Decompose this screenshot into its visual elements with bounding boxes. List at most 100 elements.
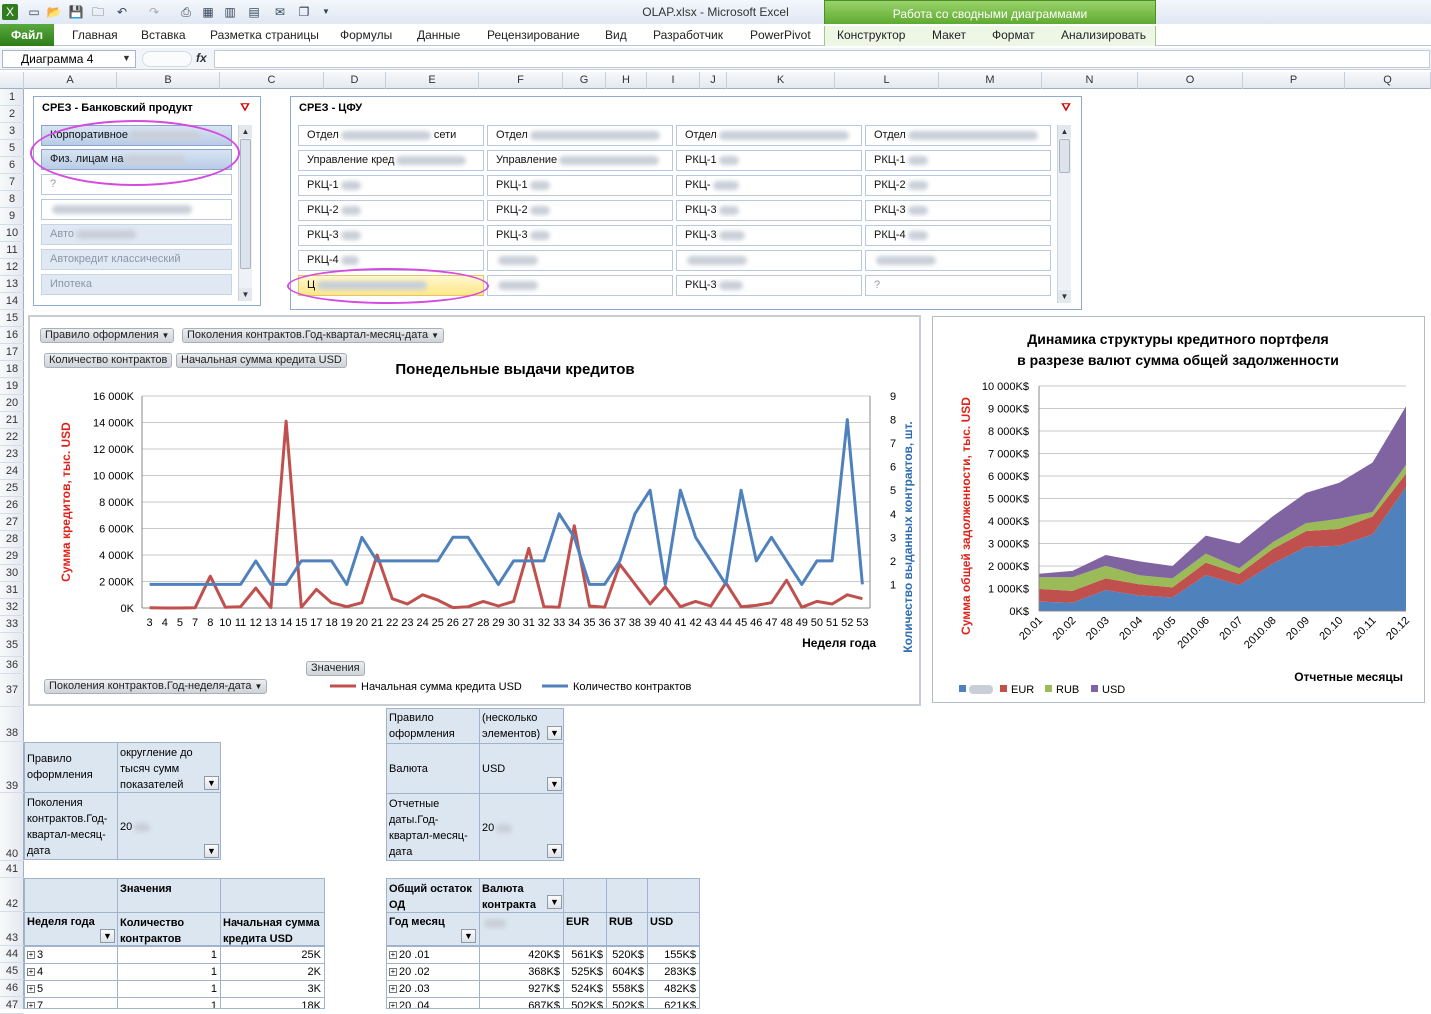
tab-design[interactable]: Конструктор [837, 24, 905, 46]
table-row[interactable]: +5 [24, 980, 118, 998]
tab-powerpivot[interactable]: PowerPivot [750, 24, 811, 46]
filter-icon[interactable]: ▼ [204, 844, 219, 858]
slicer-item[interactable]: РКЦ-1 [676, 150, 862, 171]
row-header[interactable]: 12 [0, 259, 24, 276]
slicer-item[interactable] [487, 275, 673, 296]
row-header[interactable]: 37 [0, 674, 24, 707]
chart-icon[interactable]: ▥ [222, 4, 238, 20]
row-header[interactable]: 6 [0, 157, 24, 174]
row-header[interactable]: 26 [0, 497, 24, 514]
slicer-item[interactable]: Управление [487, 150, 673, 171]
row-header[interactable]: 40 [0, 793, 24, 861]
row-header[interactable]: 1 [0, 89, 24, 106]
slicer-item[interactable]: Управление кред [298, 150, 484, 171]
slicer-item[interactable]: РКЦ-2 [298, 200, 484, 221]
slicer-item[interactable]: Ипотека [41, 274, 232, 295]
column-header[interactable]: B [117, 72, 220, 89]
column-header[interactable]: E [386, 72, 479, 89]
tab-data[interactable]: Данные [417, 24, 460, 46]
row-header[interactable]: 14 [0, 293, 24, 310]
clear-filter-icon[interactable]: ⛛ [238, 101, 252, 115]
tab-view[interactable]: Вид [605, 24, 627, 46]
column-header[interactable]: N [1042, 72, 1138, 89]
folder-icon[interactable]: 🗀 [90, 4, 106, 20]
table-row[interactable]: +4 [24, 963, 118, 981]
row-header[interactable]: 7 [0, 174, 24, 191]
email-icon[interactable]: ✉ [272, 4, 288, 20]
row-header[interactable]: 10 [0, 225, 24, 242]
row-header[interactable]: 28 [0, 531, 24, 548]
tab-insert[interactable]: Вставка [141, 24, 186, 46]
slicer-item[interactable]: РКЦ-3 [865, 200, 1051, 221]
tab-review[interactable]: Рецензирование [487, 24, 580, 46]
row-header[interactable]: 18 [0, 361, 24, 378]
customize-toolbar-icon[interactable]: ▼ [318, 4, 334, 20]
redo-icon[interactable]: ↷ [146, 4, 162, 20]
row-header[interactable]: 11 [0, 242, 24, 259]
row-header[interactable]: 45 [0, 963, 24, 980]
excel-app-icon[interactable]: X [2, 4, 18, 20]
slicer-item[interactable]: РКЦ-3 [676, 225, 862, 246]
row-header[interactable]: 32 [0, 599, 24, 616]
tab-format[interactable]: Формат [992, 24, 1035, 46]
table-row[interactable]: +3 [24, 946, 118, 964]
row-header[interactable]: 43 [0, 912, 24, 946]
scroll-up-icon[interactable]: ▲ [239, 125, 252, 138]
row-header[interactable]: 21 [0, 412, 24, 429]
table-row[interactable]: +20 .02 [386, 963, 480, 981]
row-header[interactable]: 30 [0, 565, 24, 582]
row-header[interactable]: 22 [0, 429, 24, 446]
row-header[interactable]: 24 [0, 463, 24, 480]
slicer-item[interactable]: РКЦ-2 [865, 175, 1051, 196]
scroll-down-icon[interactable]: ▼ [239, 288, 252, 301]
slicer-item[interactable] [487, 250, 673, 271]
chart-portfolio-structure[interactable]: Динамика структуры кредитного портфеля в … [932, 316, 1425, 703]
row-header[interactable]: 31 [0, 582, 24, 599]
print-icon[interactable]: ⎙ [178, 4, 194, 20]
slicer-item[interactable]: РКЦ-4 [865, 225, 1051, 246]
slicer-item[interactable]: РКЦ-3 [676, 275, 862, 296]
row-header[interactable]: 33 [0, 616, 24, 633]
expand-icon[interactable]: + [389, 985, 397, 994]
slicer-item[interactable]: Отдел сети [298, 125, 484, 146]
row-header[interactable]: 17 [0, 344, 24, 361]
expand-icon[interactable]: + [27, 985, 35, 994]
expand-icon[interactable]: + [27, 1002, 35, 1008]
column-header[interactable]: O [1138, 72, 1243, 89]
table-row[interactable]: +20 .01 [386, 946, 480, 964]
name-box[interactable]: Диаграмма 4 [2, 50, 136, 68]
row-header[interactable]: 8 [0, 191, 24, 208]
clear-filter-icon[interactable]: ⛛ [1059, 101, 1073, 115]
slicer-item[interactable]: Авто [41, 224, 232, 245]
column-header[interactable]: J [700, 72, 727, 89]
row-header[interactable]: 9 [0, 208, 24, 225]
slicer-item[interactable]: РКЦ-1 [865, 150, 1051, 171]
row-header[interactable]: 25 [0, 480, 24, 497]
undo-icon[interactable]: ↶ [114, 4, 130, 20]
scroll-thumb[interactable] [240, 139, 251, 269]
slicer-item[interactable]: ? [865, 275, 1051, 296]
row-header[interactable]: 5 [0, 140, 24, 157]
filter-icon[interactable]: ▼ [547, 726, 562, 740]
slicer-scrollbar[interactable]: ▲ ▼ [1057, 125, 1071, 303]
slicer-item[interactable] [41, 199, 232, 220]
table-row[interactable]: +7 [24, 997, 118, 1009]
filter-icon[interactable]: ▼ [204, 776, 219, 790]
column-header[interactable]: L [835, 72, 939, 89]
row-header[interactable]: 46 [0, 980, 24, 997]
row-header[interactable]: 39 [0, 742, 24, 793]
slicer-item[interactable]: РКЦ- [676, 175, 862, 196]
row-header[interactable]: 35 [0, 633, 24, 657]
open-folder-icon[interactable]: 📂 [46, 4, 62, 20]
tab-page-layout[interactable]: Разметка страницы [210, 24, 319, 46]
column-header[interactable]: P [1243, 72, 1345, 89]
row-header[interactable]: 29 [0, 548, 24, 565]
row-header[interactable]: 20 [0, 395, 24, 412]
row-header[interactable]: 15 [0, 310, 24, 327]
row-header[interactable]: 47 [0, 997, 24, 1014]
scroll-up-icon[interactable]: ▲ [1058, 125, 1071, 138]
select-all-corner[interactable] [0, 72, 24, 89]
column-header[interactable]: G [563, 72, 606, 89]
slicer-scrollbar[interactable]: ▲ ▼ [238, 125, 252, 301]
expand-icon[interactable]: + [389, 968, 397, 977]
